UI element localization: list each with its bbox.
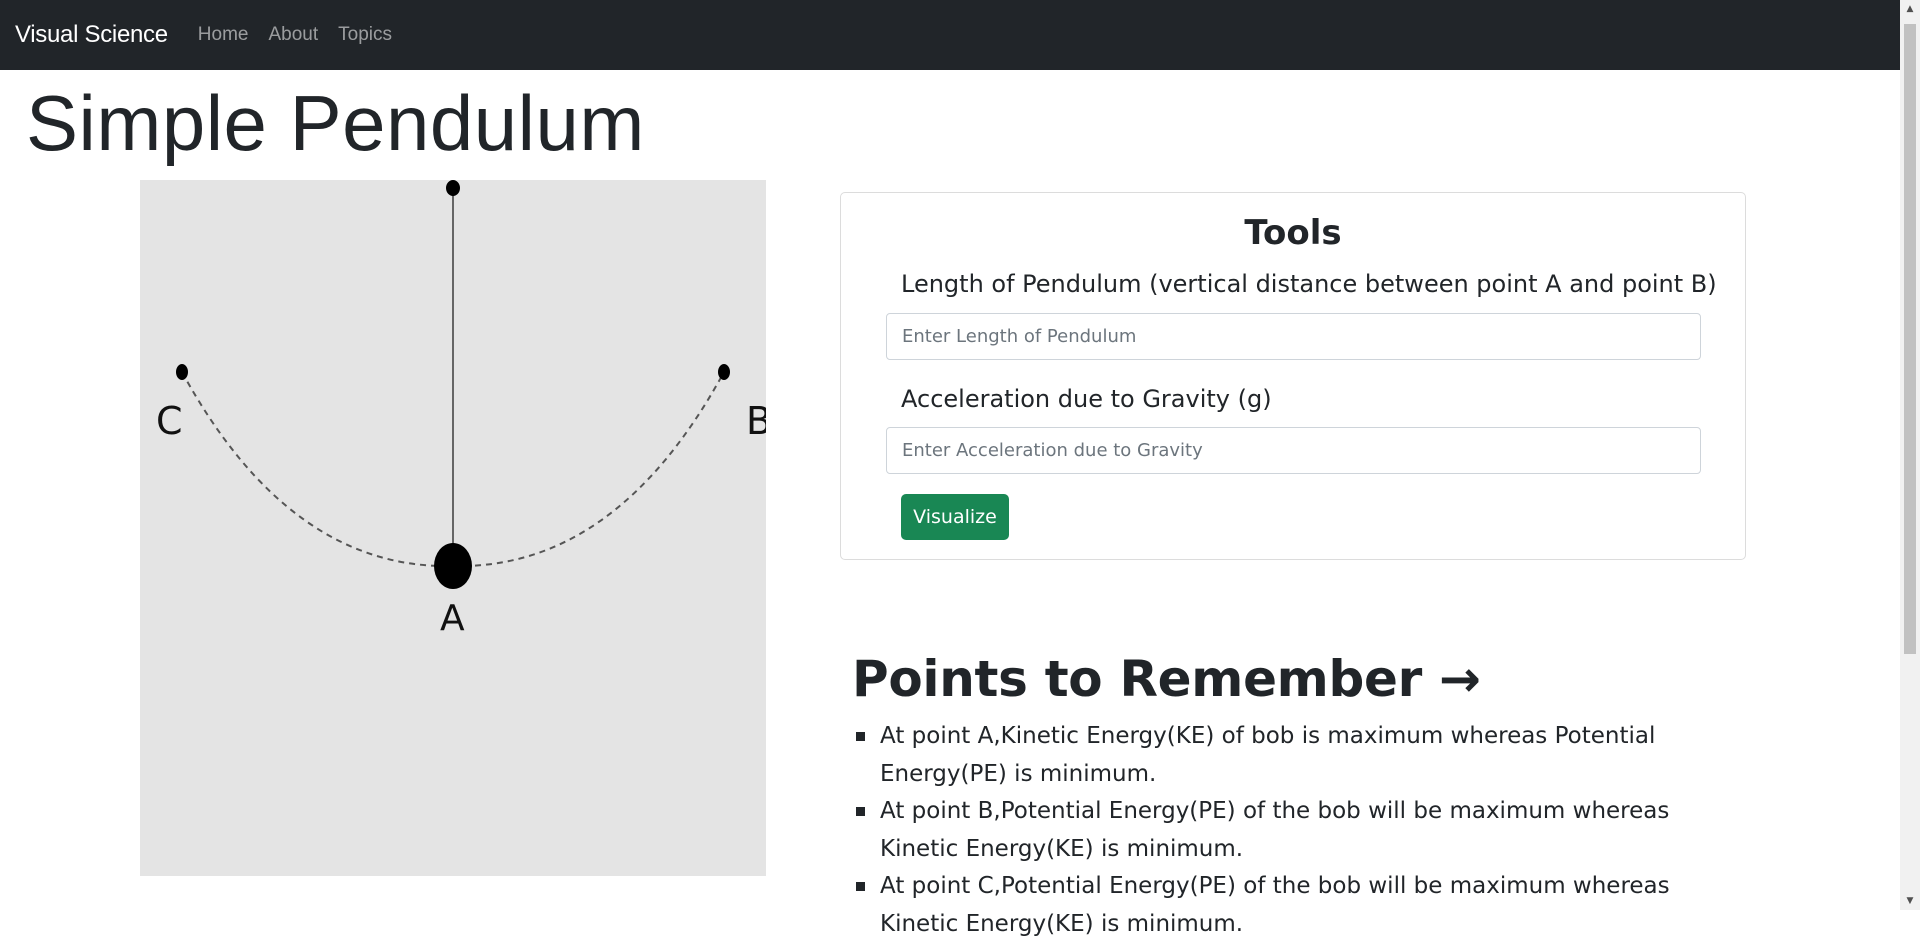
nav-link-topics[interactable]: Topics [338,24,392,46]
navbar-brand[interactable]: Visual Science [15,21,168,49]
tools-card: Tools Length of Pendulum (vertical dista… [840,192,1746,560]
length-input[interactable] [886,313,1701,360]
points-title: Points to Remember → [852,650,1481,708]
visualize-button[interactable]: Visualize [901,494,1009,540]
navbar: Visual Science Home About Topics [0,0,1900,70]
point-a-label: A [440,598,465,639]
page-title: Simple Pendulum [26,79,645,167]
list-item: At point B,Potential Energy(PE) of the b… [852,793,1752,868]
scroll-up-icon[interactable]: ▲ [1900,0,1920,18]
scroll-thumb[interactable] [1904,24,1916,654]
list-item: At point A,Kinetic Energy(KE) of bob is … [852,718,1752,793]
nav-link-about[interactable]: About [268,24,318,46]
nav-link-home[interactable]: Home [198,24,249,46]
list-item: At point C,Potential Energy(PE) of the b… [852,868,1752,943]
points-list: At point A,Kinetic Energy(KE) of bob is … [852,718,1752,943]
pendulum-bob [434,543,472,589]
length-label: Length of Pendulum (vertical distance be… [901,270,1717,298]
scroll-down-icon[interactable]: ▼ [1900,892,1920,910]
pivot-point [446,180,460,196]
pendulum-svg: C B A [156,180,766,639]
gravity-label: Acceleration due to Gravity (g) [901,385,1272,413]
page-scrollbar[interactable]: ▲ ▼ [1900,0,1920,910]
point-c-marker [176,364,188,380]
point-b-marker [718,364,730,380]
point-c-label: C [156,399,183,443]
point-b-label: B [746,399,766,443]
gravity-input[interactable] [886,427,1701,474]
pendulum-diagram: C B A [140,180,766,876]
tools-title: Tools [1244,213,1342,253]
